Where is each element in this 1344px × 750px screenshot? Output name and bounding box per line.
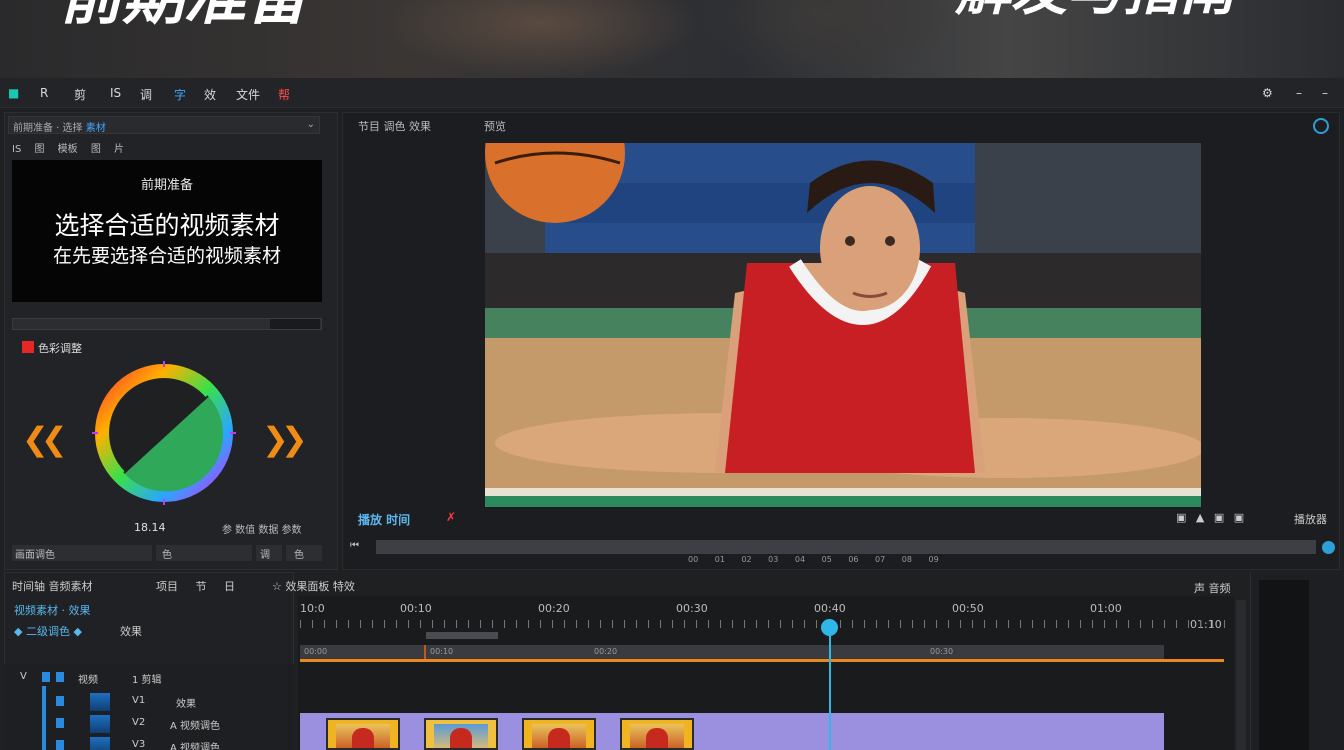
project-item-grade[interactable]: ◆ 二级调色 ◆ [14, 623, 82, 639]
audio-panel-label: 声 音频 [1194, 582, 1231, 595]
ruler-label: 00:50 [952, 602, 984, 615]
mark-out-icon[interactable]: ✗ [446, 510, 456, 524]
monitor-scrub-bar[interactable] [376, 540, 1316, 554]
preview-heading: 前期准备 [140, 178, 193, 193]
range-marker[interactable] [426, 632, 498, 639]
project-item-video[interactable]: 视频素材 · 效果 [14, 602, 91, 618]
monitor-tabs[interactable]: 节目 调色 效果 [358, 118, 431, 134]
chevron-down-icon[interactable]: ⌄ [307, 119, 315, 130]
color-field-2[interactable]: 色 [286, 545, 322, 561]
work-area-label: 00:00 [304, 647, 328, 656]
ruler-label: 00:20 [538, 602, 570, 615]
track-sub: 1 剪辑 [132, 675, 162, 686]
tab-preview[interactable]: 预览 [484, 118, 506, 134]
menu-item-6[interactable]: 效 [204, 86, 216, 102]
track-toggle-icon[interactable] [56, 718, 64, 728]
render-bar [300, 659, 1224, 662]
minimize-icon[interactable]: – [1296, 86, 1302, 102]
ruler-label: 00:30 [676, 602, 708, 615]
video-clip[interactable] [326, 718, 400, 750]
wheel-value: 18.14 [134, 521, 166, 534]
playhead-line[interactable] [829, 628, 831, 750]
work-area-label: 00:30 [930, 647, 954, 656]
menu-item-1[interactable]: R [40, 86, 48, 102]
menu-item-4[interactable]: 调 [140, 86, 152, 102]
text-panel-tabs[interactable]: IS 图 模板 图 片 [12, 140, 124, 155]
track-selection-bar [42, 686, 46, 750]
menu-item-7[interactable]: 文件 [236, 86, 260, 102]
track-sub: 效果 [176, 699, 196, 710]
ruler-start: 10:0 [300, 602, 325, 615]
track-lock-icon[interactable] [42, 672, 50, 682]
adjust-field[interactable]: 调 [256, 545, 282, 561]
menu-item-2[interactable]: 剪 [74, 86, 86, 102]
track-label: 视频 [78, 675, 98, 686]
player-label: 播放器 [1294, 513, 1327, 526]
track-toggle-icon[interactable] [56, 672, 64, 682]
scrollbar-thumb[interactable] [270, 319, 320, 329]
track-label: V1 [132, 695, 146, 706]
menu-item-3[interactable]: IS [110, 86, 121, 102]
menu-item-5[interactable]: 字 [174, 86, 186, 102]
next-arrow-icon[interactable]: ❯❯ [262, 420, 308, 458]
previous-arrow-icon[interactable]: ❮❮ [22, 420, 68, 458]
text-panel-header[interactable]: 前期准备 · 选择 素材 ⌄ [8, 116, 320, 134]
video-clip[interactable] [424, 718, 498, 750]
color-swatch[interactable] [22, 341, 34, 353]
track-thumbnail [90, 693, 110, 711]
app-logo-icon[interactable]: ■ [8, 86, 19, 102]
track-label: V2 [132, 717, 146, 728]
color-grade-field[interactable]: 画面调色 [12, 545, 152, 561]
preview-title: 选择合适的视频素材 [54, 211, 280, 240]
settings-icon[interactable]: ⚙ [1262, 86, 1273, 102]
track-toggle-icon[interactable] [56, 696, 64, 706]
timeline-scrollbar[interactable] [1236, 600, 1246, 750]
menu-overflow-icon[interactable]: – [1322, 86, 1328, 102]
ruler-label: 00:40 [814, 602, 846, 615]
scrub-end-handle[interactable] [1322, 541, 1335, 554]
track-label: V3 [132, 739, 146, 750]
menu-item-8[interactable]: 帮 [278, 86, 290, 102]
wheel-parameters: 参 数值 数据 参数 [222, 525, 302, 536]
banner-title-left: 前期准备 [60, 0, 308, 28]
tab-effects[interactable]: ☆ 效果面板 特效 [272, 578, 355, 594]
track-thumbnail [90, 737, 110, 750]
go-to-start-icon[interactable]: ⏮ [350, 540, 359, 551]
color-wheel[interactable] [92, 361, 236, 505]
color-adjust-label: 色彩调整 [38, 342, 82, 355]
timeline-tabs[interactable]: 项目 节 日 [156, 578, 235, 594]
track-thumbnail [90, 715, 110, 733]
playback-timecode: 播放 时间 [358, 513, 411, 527]
preview-subtitle: 在先要选择合适的视频素材 [52, 245, 281, 267]
text-panel-header-label: 前期准备 · 选择 [13, 123, 83, 134]
color-field[interactable]: 色 [156, 545, 252, 561]
banner-title-right: 解发与指南 [955, 0, 1235, 22]
audio-meter [1259, 580, 1309, 750]
video-frame [485, 143, 1201, 507]
scrub-tick-labels: 00 01 02 03 04 05 06 07 08 09 [688, 555, 939, 564]
ruler-label: 01:00 [1090, 602, 1122, 615]
track-sub: A 视频调色 [170, 743, 221, 750]
monitor-controls[interactable]: ▣ ▲ ▣ ▣ [1176, 511, 1244, 524]
title-banner: 前期准备 解发与指南 [0, 0, 1344, 78]
work-area-label: 00:20 [594, 647, 618, 656]
menu-bar [0, 78, 1344, 108]
time-ruler[interactable] [300, 620, 1230, 628]
track-toggle-icon[interactable] [56, 740, 64, 750]
project-item-effects[interactable]: 效果 [120, 623, 142, 639]
track-sub: A 视频调色 [170, 721, 221, 732]
playhead-handle[interactable] [821, 619, 838, 636]
text-panel-header-highlight: 素材 [85, 123, 106, 134]
ruler-label: 00:10 [400, 602, 432, 615]
track-name: V [20, 671, 27, 682]
video-clip[interactable] [620, 718, 694, 750]
track-row[interactable]: V 视频 1 剪辑 [20, 671, 162, 686]
project-tabs[interactable]: 时间轴 音频素材 [12, 578, 93, 594]
work-area-label: 00:10 [430, 647, 454, 656]
video-clip[interactable] [522, 718, 596, 750]
in-point-marker[interactable] [424, 645, 426, 659]
monitor-settings-icon[interactable] [1313, 118, 1329, 134]
